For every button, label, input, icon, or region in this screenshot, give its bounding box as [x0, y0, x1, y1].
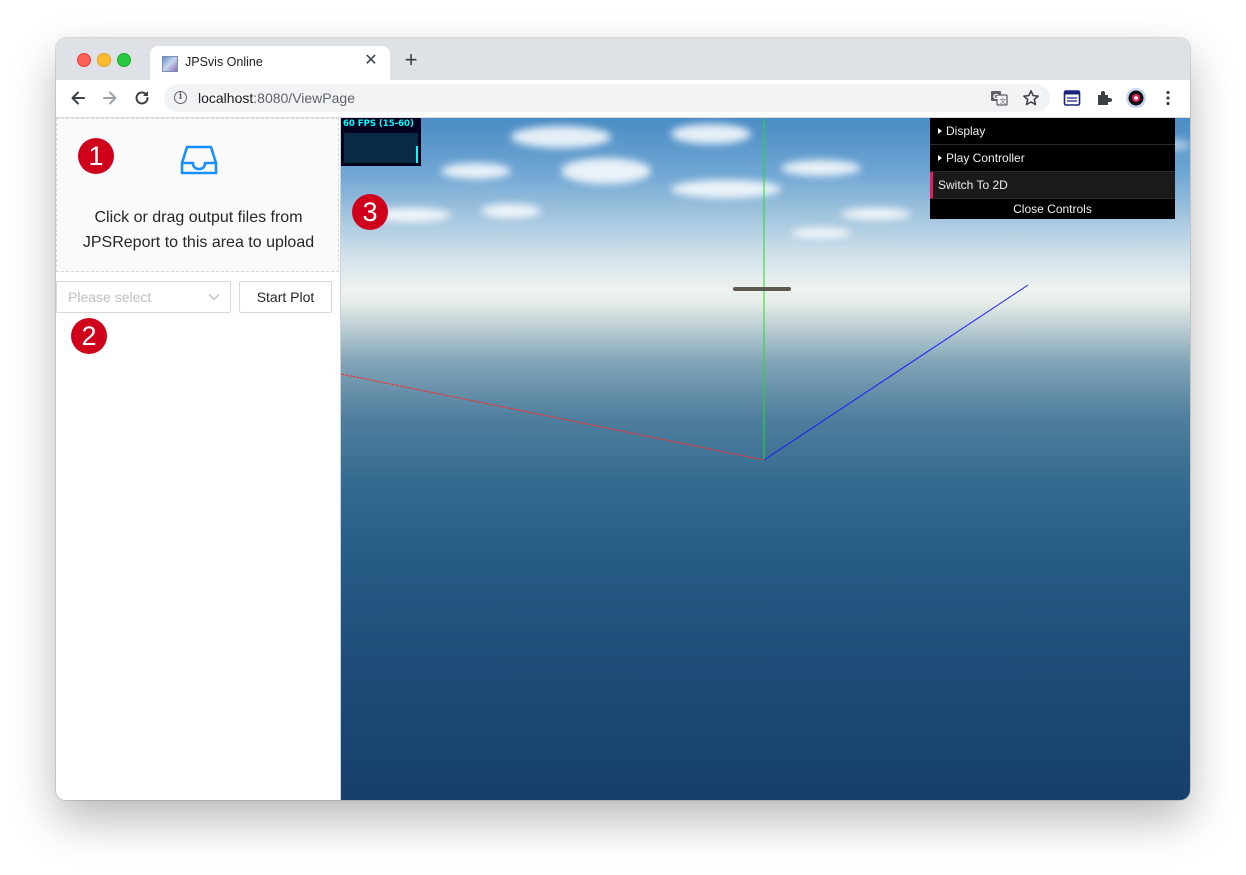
upload-hint-text: Click or drag output files from JPSRepor…: [82, 209, 315, 251]
fps-bar: [416, 146, 418, 163]
folder-play-controller[interactable]: Play Controller: [930, 145, 1175, 172]
controls-panel: Display Play Controller Switch To 2D Clo…: [930, 118, 1175, 219]
svg-text:G: G: [993, 93, 999, 101]
upload-dropzone[interactable]: Click or drag output files from JPSRepor…: [56, 118, 339, 272]
address-bar[interactable]: i localhost:8080/ViewPage G文: [164, 84, 1050, 112]
star-icon[interactable]: [1022, 89, 1040, 107]
annotation-badge-3: 3: [352, 194, 388, 230]
minimize-window-button[interactable]: [97, 53, 111, 67]
favicon-icon: [162, 56, 178, 72]
fps-graph: [344, 133, 418, 163]
axes-svg: [341, 118, 1029, 461]
fps-stats-panel[interactable]: 60 FPS (15-60): [341, 118, 421, 166]
tab-title: JPSvis Online: [185, 55, 263, 69]
close-controls-button[interactable]: Close Controls: [930, 199, 1175, 219]
translate-icon[interactable]: G文: [990, 89, 1008, 107]
z-axis-line: [763, 284, 1029, 461]
extensions-icon[interactable]: [1093, 87, 1115, 109]
svg-text:文: 文: [1000, 96, 1007, 105]
menu-dots-icon[interactable]: [1157, 87, 1179, 109]
maximize-window-button[interactable]: [117, 53, 131, 67]
chevron-down-icon: [208, 294, 220, 301]
forward-arrow-icon[interactable]: [99, 87, 121, 109]
reader-icon[interactable]: [1061, 87, 1083, 109]
profile-icon[interactable]: [1125, 87, 1147, 109]
tab-strip: JPSvis Online ✕ +: [56, 38, 1190, 80]
back-arrow-icon[interactable]: [67, 87, 89, 109]
info-icon[interactable]: i: [174, 91, 187, 104]
switch-to-2d-button[interactable]: Switch To 2D: [930, 172, 1175, 199]
inbox-icon: [180, 141, 218, 179]
file-select[interactable]: Please select: [56, 281, 231, 313]
reload-icon[interactable]: [131, 87, 153, 109]
3d-viewport[interactable]: 60 FPS (15-60) 3 Display Play Controller…: [341, 118, 1190, 800]
select-placeholder: Please select: [68, 289, 152, 305]
new-tab-button[interactable]: +: [400, 49, 422, 71]
start-plot-button[interactable]: Start Plot: [239, 281, 332, 313]
tab-close-icon[interactable]: ✕: [362, 52, 380, 70]
folder-display[interactable]: Display: [930, 118, 1175, 145]
annotation-badge-2: 2: [71, 318, 107, 354]
page-content: Click or drag output files from JPSRepor…: [56, 118, 1190, 800]
close-window-button[interactable]: [77, 53, 91, 67]
x-axis-line: [341, 373, 765, 461]
browser-window: JPSvis Online ✕ + i localhost:8080/ViewP…: [56, 38, 1190, 800]
annotation-badge-1: 1: [78, 138, 114, 174]
url-text[interactable]: localhost:8080/ViewPage: [198, 90, 355, 106]
ground-object: [733, 287, 791, 291]
fps-label: 60 FPS (15-60): [343, 119, 414, 129]
tab-jpsvis[interactable]: JPSvis Online ✕: [150, 46, 390, 80]
sidebar: Click or drag output files from JPSRepor…: [56, 118, 341, 800]
browser-toolbar: i localhost:8080/ViewPage G文: [56, 80, 1190, 118]
